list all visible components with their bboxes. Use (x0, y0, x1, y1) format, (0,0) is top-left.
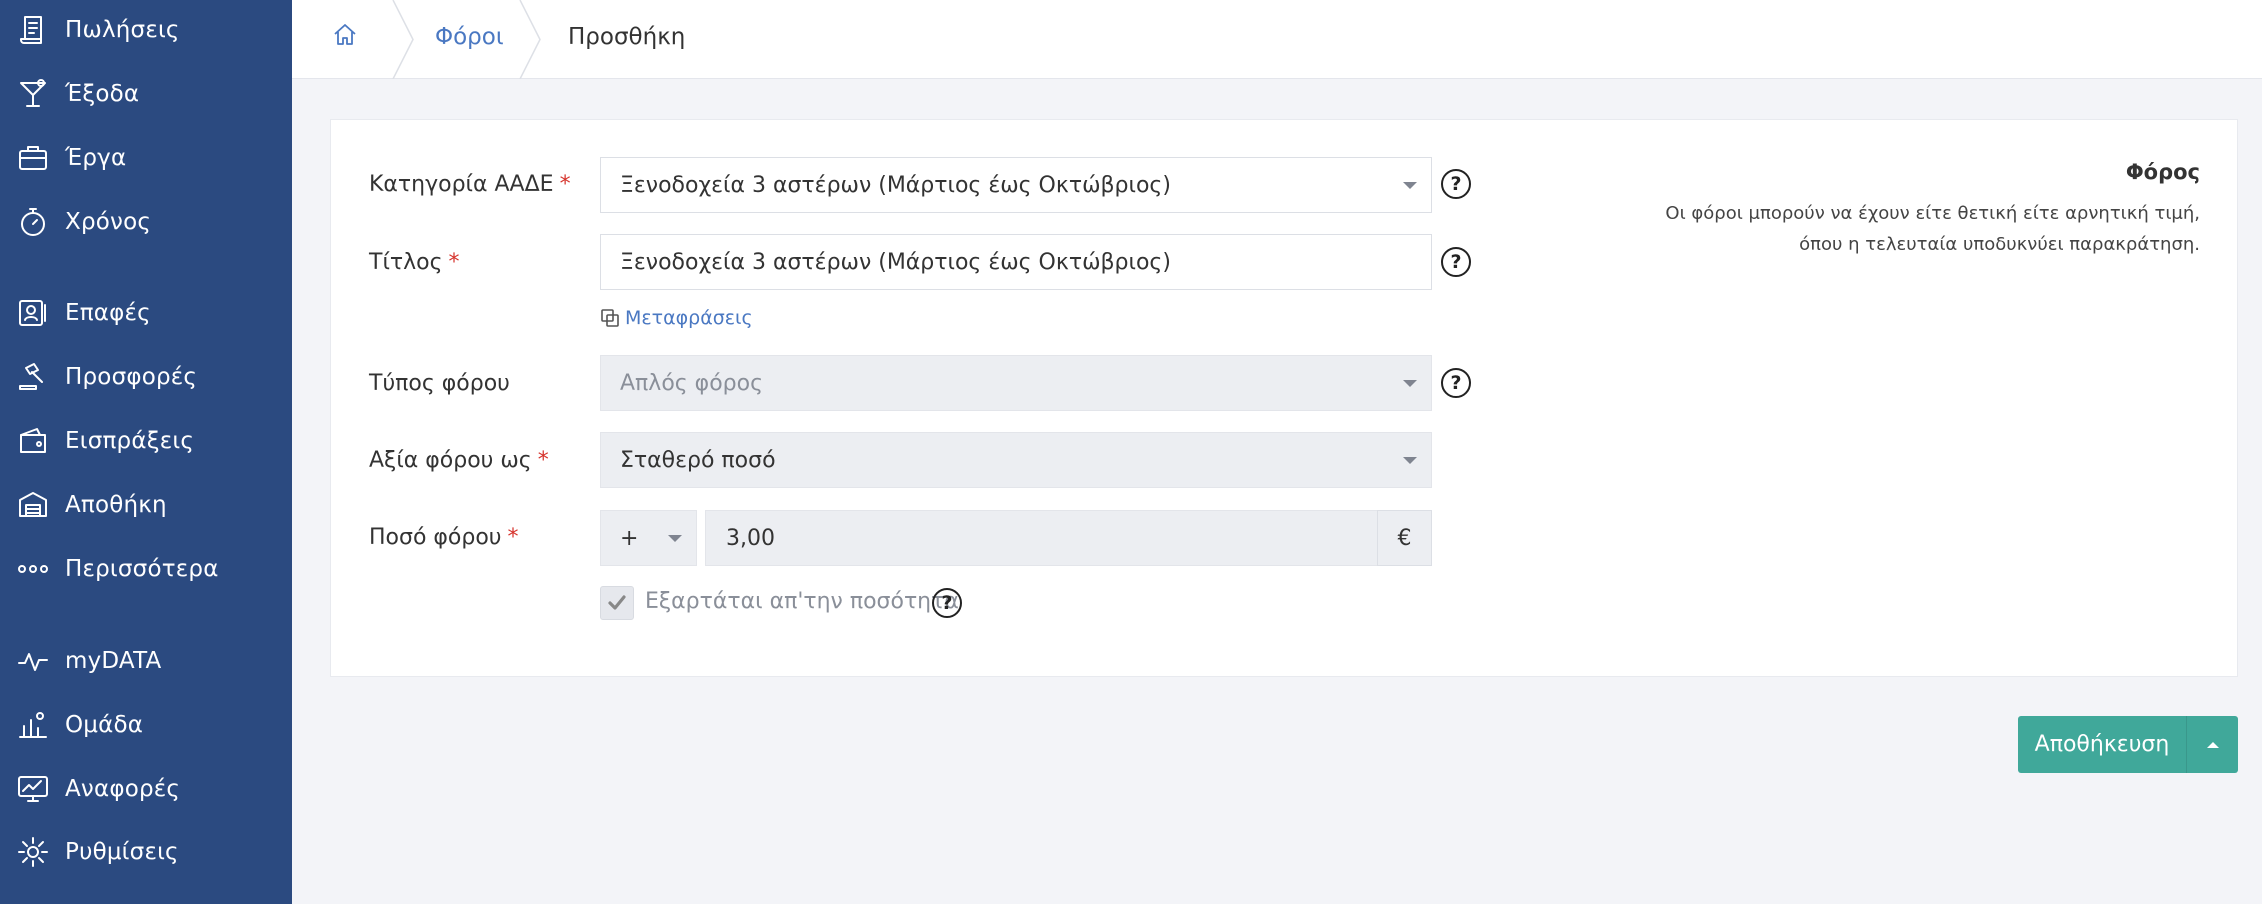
sidebar-item-label: Εισπράξεις (65, 428, 195, 454)
sidebar-item-label: Ομάδα (65, 712, 144, 738)
warehouse-icon (16, 488, 50, 522)
depends-on-quantity-label: Εξαρτάται απ'την ποσότητα (645, 589, 959, 614)
sidebar-item-projects[interactable]: Έργα (0, 130, 292, 186)
sidebar-item-contacts[interactable]: Επαφές (0, 285, 292, 341)
sidebar-item-label: Ρυθμίσεις (65, 839, 179, 865)
amount-sign-value: + (620, 525, 639, 551)
title-value: Ξενοδοχεία 3 αστέρων (Μάρτιος έως Οκτώβρ… (620, 249, 1171, 275)
info-text: Οι φόροι μπορούν να έχουν είτε θετική εί… (1665, 203, 2200, 255)
amount-label: Ποσό φόρου * (369, 525, 519, 550)
sidebar-item-time[interactable]: Χρόνος (0, 194, 292, 250)
translations-label: Μεταφράσεις (625, 307, 753, 329)
checkmark-icon (608, 595, 626, 610)
depends-on-quantity-checkbox[interactable] (600, 586, 634, 620)
team-chart-icon (16, 708, 50, 742)
required-mark: * (507, 525, 519, 550)
sidebar-item-mydata[interactable]: myDATA (0, 633, 292, 689)
value-as-select[interactable]: Σταθερό ποσό (600, 432, 1432, 488)
cocktail-icon (16, 77, 50, 111)
translate-icon (601, 309, 619, 327)
help-icon[interactable]: ? (1441, 247, 1471, 277)
save-button-group: Αποθήκευση (2018, 716, 2238, 773)
sidebar-item-label: Προσφορές (65, 364, 198, 390)
chevron-down-icon (1403, 457, 1417, 464)
gavel-icon (16, 360, 50, 394)
amount-value: 3,00 (726, 525, 775, 551)
tax-type-select: Απλός φόρος (600, 355, 1432, 411)
required-mark: * (559, 172, 571, 197)
sidebar-item-label: Αναφορές (65, 776, 181, 802)
currency-addon: € (1377, 510, 1432, 566)
translations-link[interactable]: Μεταφράσεις (600, 307, 753, 329)
save-button[interactable]: Αποθήκευση (2018, 716, 2187, 773)
sidebar-item-settings[interactable]: Ρυθμίσεις (0, 824, 292, 880)
breadcrumb: Φόροι Προσθήκη (292, 0, 2262, 80)
receipt-icon (16, 13, 50, 47)
required-mark: * (537, 448, 549, 473)
title-input[interactable]: Ξενοδοχεία 3 αστέρων (Μάρτιος έως Οκτώβρ… (600, 234, 1432, 290)
sidebar-item-label: Έργα (65, 145, 127, 171)
value-as-label: Αξία φόρου ως * (369, 448, 549, 473)
gear-icon (16, 835, 50, 869)
breadcrumb-taxes-link[interactable]: Φόροι (435, 24, 504, 50)
required-mark: * (448, 250, 460, 275)
sidebar-item-warehouse[interactable]: Αποθήκη (0, 477, 292, 533)
help-icon[interactable]: ? (1441, 169, 1471, 199)
help-icon[interactable]: ? (932, 588, 962, 618)
tax-type-label: Τύπος φόρου (369, 371, 510, 396)
category-select[interactable]: Ξενοδοχεία 3 αστέρων (Μάρτιος έως Οκτώβρ… (600, 157, 1432, 213)
sidebar-item-receipts[interactable]: Εισπράξεις (0, 413, 292, 469)
sidebar-item-team[interactable]: Ομάδα (0, 697, 292, 753)
sidebar: Πωλήσεις Έξοδα Έργα Χρόνος Επαφές Προσφο… (0, 0, 292, 904)
category-value: Ξενοδοχεία 3 αστέρων (Μάρτιος έως Οκτώβρ… (620, 172, 1171, 198)
chevron-up-icon (2206, 741, 2219, 748)
more-dots-icon (16, 552, 50, 586)
chevron-down-icon (1403, 182, 1417, 189)
help-icon[interactable]: ? (1441, 368, 1471, 398)
briefcase-icon (16, 141, 50, 175)
amount-input[interactable]: 3,00 (705, 510, 1378, 566)
chevron-down-icon (1403, 380, 1417, 387)
breadcrumb-separator-icon (519, 0, 541, 80)
sidebar-item-label: Έξοδα (65, 81, 140, 107)
wallet-icon (16, 424, 50, 458)
sidebar-item-label: Περισσότερα (65, 556, 219, 582)
sidebar-item-more[interactable]: Περισσότερα (0, 541, 292, 597)
tax-type-value: Απλός φόρος (620, 370, 763, 396)
stopwatch-icon (16, 205, 50, 239)
pulse-icon (16, 644, 50, 678)
sidebar-item-expenses[interactable]: Έξοδα (0, 66, 292, 122)
sidebar-item-label: Επαφές (65, 300, 151, 326)
sidebar-item-label: Αποθήκη (65, 492, 167, 518)
save-options-button[interactable] (2187, 716, 2238, 773)
sidebar-item-sales[interactable]: Πωλήσεις (0, 2, 292, 58)
sidebar-item-reports[interactable]: Αναφορές (0, 761, 292, 817)
monitor-chart-icon (16, 772, 50, 806)
sidebar-item-label: myDATA (65, 648, 162, 674)
breadcrumb-current: Προσθήκη (568, 24, 686, 50)
chevron-down-icon (668, 535, 682, 542)
category-label: Κατηγορία ΑΑΔΕ * (369, 172, 571, 197)
sidebar-item-label: Πωλήσεις (65, 17, 180, 43)
value-as-value: Σταθερό ποσό (620, 447, 776, 473)
sidebar-item-offers[interactable]: Προσφορές (0, 349, 292, 405)
info-title: Φόρος (2125, 160, 2200, 184)
home-icon[interactable] (332, 22, 366, 56)
amount-sign-select[interactable]: + (600, 510, 697, 566)
contact-card-icon (16, 296, 50, 330)
title-label: Τίτλος * (369, 250, 460, 275)
sidebar-item-label: Χρόνος (65, 209, 152, 235)
breadcrumb-separator-icon (392, 0, 414, 80)
info-panel: Φόρος Οι φόροι μπορούν να έχουν είτε θετ… (1640, 160, 2200, 260)
